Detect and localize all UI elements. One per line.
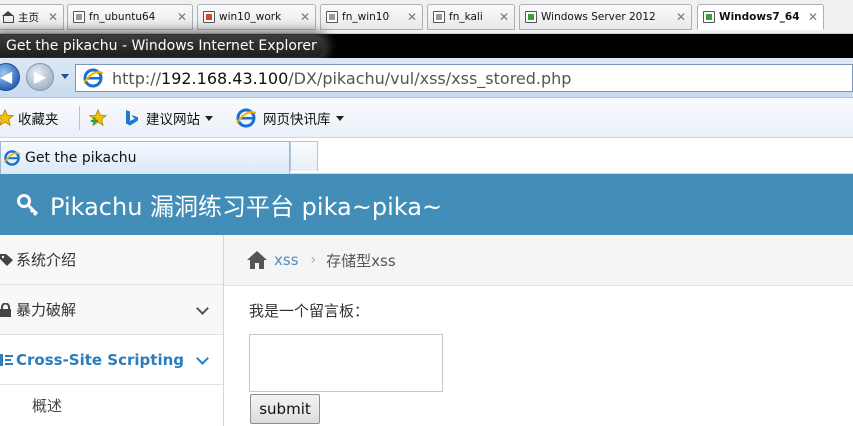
chevron-down-icon xyxy=(196,352,209,365)
address-url: http://192.168.43.100/DX/pikachu/vul/xss… xyxy=(112,69,571,88)
sidebar-item-label: 暴力破解 xyxy=(16,301,77,319)
close-icon[interactable]: ✕ xyxy=(406,11,418,23)
vm-icon xyxy=(73,11,85,23)
site-title: Pikachu 漏洞练习平台 pika~pika~ xyxy=(50,193,443,221)
vm-tab-label: Windows7_64 xyxy=(719,11,800,23)
window-title: Get the pikachu - Windows Internet Explo… xyxy=(0,35,325,57)
breadcrumb-current: 存储型xss xyxy=(326,251,396,270)
vm-tab-strip: 主页 ✕ fn_ubuntu64 ✕ win10_work ✕ fn_win10… xyxy=(0,0,853,34)
home-icon[interactable] xyxy=(246,250,268,270)
web-slice-label: 网页快讯库 xyxy=(263,112,331,128)
dropdown-arrow-icon xyxy=(335,115,344,121)
address-input[interactable]: http://192.168.43.100/DX/pikachu/vul/xss… xyxy=(75,64,853,92)
window-title-text: Get the pikachu - Windows Internet Explo… xyxy=(6,38,317,54)
vm-tab-label: Windows Server 2012 xyxy=(541,11,656,23)
browser-tab-row: Get the pikachu xyxy=(0,138,853,174)
ie-tab-icon xyxy=(3,150,21,166)
sidebar: 系统介绍 暴力破解 Cross-Site Scripting 概述 xyxy=(0,235,224,426)
sidebar-subitem-label: 概述 xyxy=(32,397,63,415)
sidebar-item-label: Cross-Site Scripting xyxy=(16,350,185,369)
vm-icon xyxy=(433,11,445,23)
breadcrumb-separator-icon: › xyxy=(310,252,317,268)
add-favorite-star-icon xyxy=(89,109,107,127)
vm-icon xyxy=(525,11,537,23)
add-to-favorites-button[interactable] xyxy=(89,109,111,127)
close-icon[interactable]: ✕ xyxy=(807,11,819,23)
key-icon xyxy=(17,193,39,216)
vm-tab-windows-server-2012[interactable]: Windows Server 2012 ✕ xyxy=(519,4,692,30)
url-path: /DX/pikachu/vul/xss/xss_stored.php xyxy=(288,68,572,88)
favorites-label: 收藏夹 xyxy=(18,112,59,128)
sidebar-item-label: 系统介绍 xyxy=(16,251,77,269)
vm-tab-label: 主页 xyxy=(18,11,39,24)
bing-icon xyxy=(126,110,138,126)
address-bar-row: ◀ ▶ http://192.168.43.100/DX/pikachu/vul… xyxy=(0,58,853,98)
url-host: 192.168.43.100 xyxy=(161,68,289,88)
browser-tab-active[interactable]: Get the pikachu xyxy=(0,141,290,174)
vm-icon xyxy=(703,11,715,23)
breadcrumb-link-xss[interactable]: xss xyxy=(274,251,299,269)
dropdown-arrow-icon xyxy=(205,115,213,121)
vm-tab-label: fn_kali xyxy=(449,11,483,23)
breadcrumb: xss › 存储型xss xyxy=(224,235,853,286)
tab-title: Get the pikachu xyxy=(25,150,137,166)
close-icon[interactable]: ✕ xyxy=(675,11,687,23)
vm-tab-home[interactable]: 主页 ✕ xyxy=(0,4,64,30)
home-icon xyxy=(2,11,14,23)
lock-icon xyxy=(0,302,11,317)
vm-tab-win10-work[interactable]: win10_work ✕ xyxy=(197,4,316,30)
close-icon[interactable]: ✕ xyxy=(47,11,59,23)
suggested-sites-label: 建议网站 xyxy=(146,112,200,128)
vm-tab-fn-ubuntu64[interactable]: fn_ubuntu64 ✕ xyxy=(67,4,193,30)
vm-tab-label: fn_win10 xyxy=(342,11,390,23)
message-input[interactable] xyxy=(249,334,443,392)
vm-tab-label: fn_ubuntu64 xyxy=(89,11,156,23)
vm-tab-fn-kali[interactable]: fn_kali ✕ xyxy=(427,4,515,30)
back-button[interactable]: ◀ xyxy=(0,63,20,91)
close-icon[interactable]: ✕ xyxy=(299,11,311,23)
favorites-button[interactable]: 收藏夹 xyxy=(0,109,59,128)
forward-button[interactable]: ▶ xyxy=(26,63,54,91)
sidebar-item-xss[interactable]: Cross-Site Scripting xyxy=(0,335,223,385)
new-tab-button[interactable] xyxy=(290,141,318,171)
star-icon xyxy=(0,109,14,127)
suggested-sites-button[interactable]: 建议网站 xyxy=(122,109,213,128)
vm-icon xyxy=(326,11,338,23)
sidebar-item-system-intro[interactable]: 系统介绍 xyxy=(0,235,223,285)
message-board-label: 我是一个留言板： xyxy=(249,302,370,320)
list-icon xyxy=(0,353,13,366)
vm-tab-fn-win10[interactable]: fn_win10 ✕ xyxy=(320,4,423,30)
forward-arrow-icon: ▶ xyxy=(33,67,47,86)
submit-button[interactable]: submit xyxy=(250,394,320,424)
close-icon[interactable]: ✕ xyxy=(498,11,510,23)
tags-icon xyxy=(0,253,13,266)
favorites-bar: 收藏夹 建议网站 网页快讯库 xyxy=(0,98,853,138)
vm-tab-windows7-64[interactable]: Windows7_64 ✕ xyxy=(697,4,824,30)
back-arrow-icon: ◀ xyxy=(0,67,13,86)
vm-tab-label: win10_work xyxy=(219,11,282,23)
close-icon[interactable]: ✕ xyxy=(176,11,188,23)
url-scheme: http:// xyxy=(112,68,162,88)
favorites-separator xyxy=(79,106,80,130)
vm-icon xyxy=(203,11,215,23)
page-header: Pikachu 漏洞练习平台 pika~pika~ xyxy=(0,174,853,235)
window-title-bar: Get the pikachu - Windows Internet Explo… xyxy=(0,34,853,58)
ie-icon xyxy=(236,108,257,128)
sidebar-subitem-overview[interactable]: 概述 xyxy=(0,385,223,426)
web-slice-gallery-button[interactable]: 网页快讯库 xyxy=(235,108,344,128)
ie-page-icon xyxy=(83,68,104,88)
chevron-down-icon xyxy=(196,302,209,315)
sidebar-item-brute-force[interactable]: 暴力破解 xyxy=(0,285,223,335)
history-dropdown-icon[interactable] xyxy=(61,74,69,79)
